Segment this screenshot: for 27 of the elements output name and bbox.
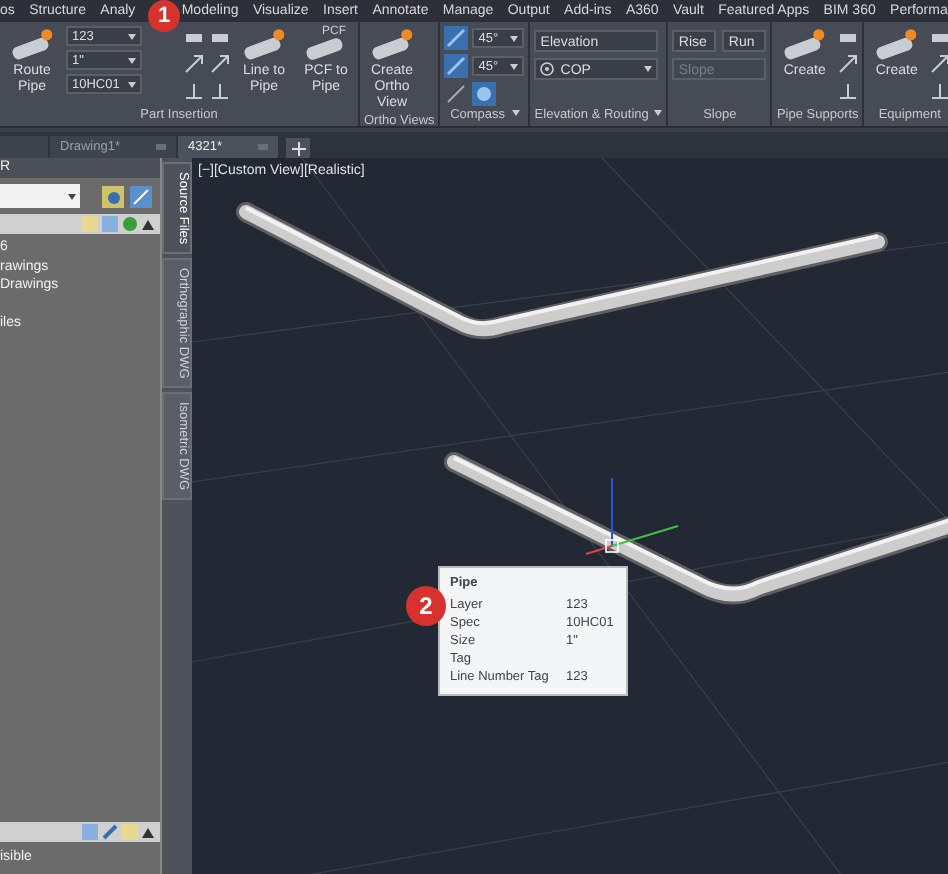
pipe-icon bbox=[780, 26, 829, 62]
edit-icon[interactable] bbox=[102, 824, 118, 840]
tool-icon[interactable] bbox=[210, 54, 230, 74]
tool-icon[interactable] bbox=[838, 80, 859, 100]
compass-icon[interactable] bbox=[444, 26, 469, 50]
project-icon[interactable] bbox=[102, 185, 124, 207]
pipe-icon bbox=[872, 26, 921, 62]
snap-icon[interactable] bbox=[472, 82, 497, 106]
pipe-icon bbox=[240, 26, 288, 62]
tool-icon[interactable] bbox=[210, 80, 230, 100]
pipe-icon bbox=[8, 26, 56, 62]
tool-icon[interactable] bbox=[838, 54, 859, 74]
settings-icon[interactable] bbox=[130, 185, 152, 207]
target-icon bbox=[540, 62, 555, 76]
tool-icon[interactable] bbox=[930, 28, 948, 48]
tool-icon[interactable] bbox=[184, 80, 204, 100]
tool-icon[interactable] bbox=[930, 80, 948, 100]
collapse-icon[interactable] bbox=[142, 219, 154, 229]
new-tab-button[interactable] bbox=[286, 138, 310, 158]
tool-icon[interactable] bbox=[930, 54, 948, 74]
tool-icon[interactable] bbox=[838, 28, 859, 48]
plus-icon bbox=[291, 141, 305, 155]
compass-icon[interactable] bbox=[444, 54, 469, 78]
angle-icon[interactable] bbox=[444, 82, 469, 106]
collapse-icon[interactable] bbox=[142, 827, 154, 837]
tool-icon[interactable] bbox=[184, 54, 204, 74]
pipe-icon bbox=[368, 26, 416, 62]
